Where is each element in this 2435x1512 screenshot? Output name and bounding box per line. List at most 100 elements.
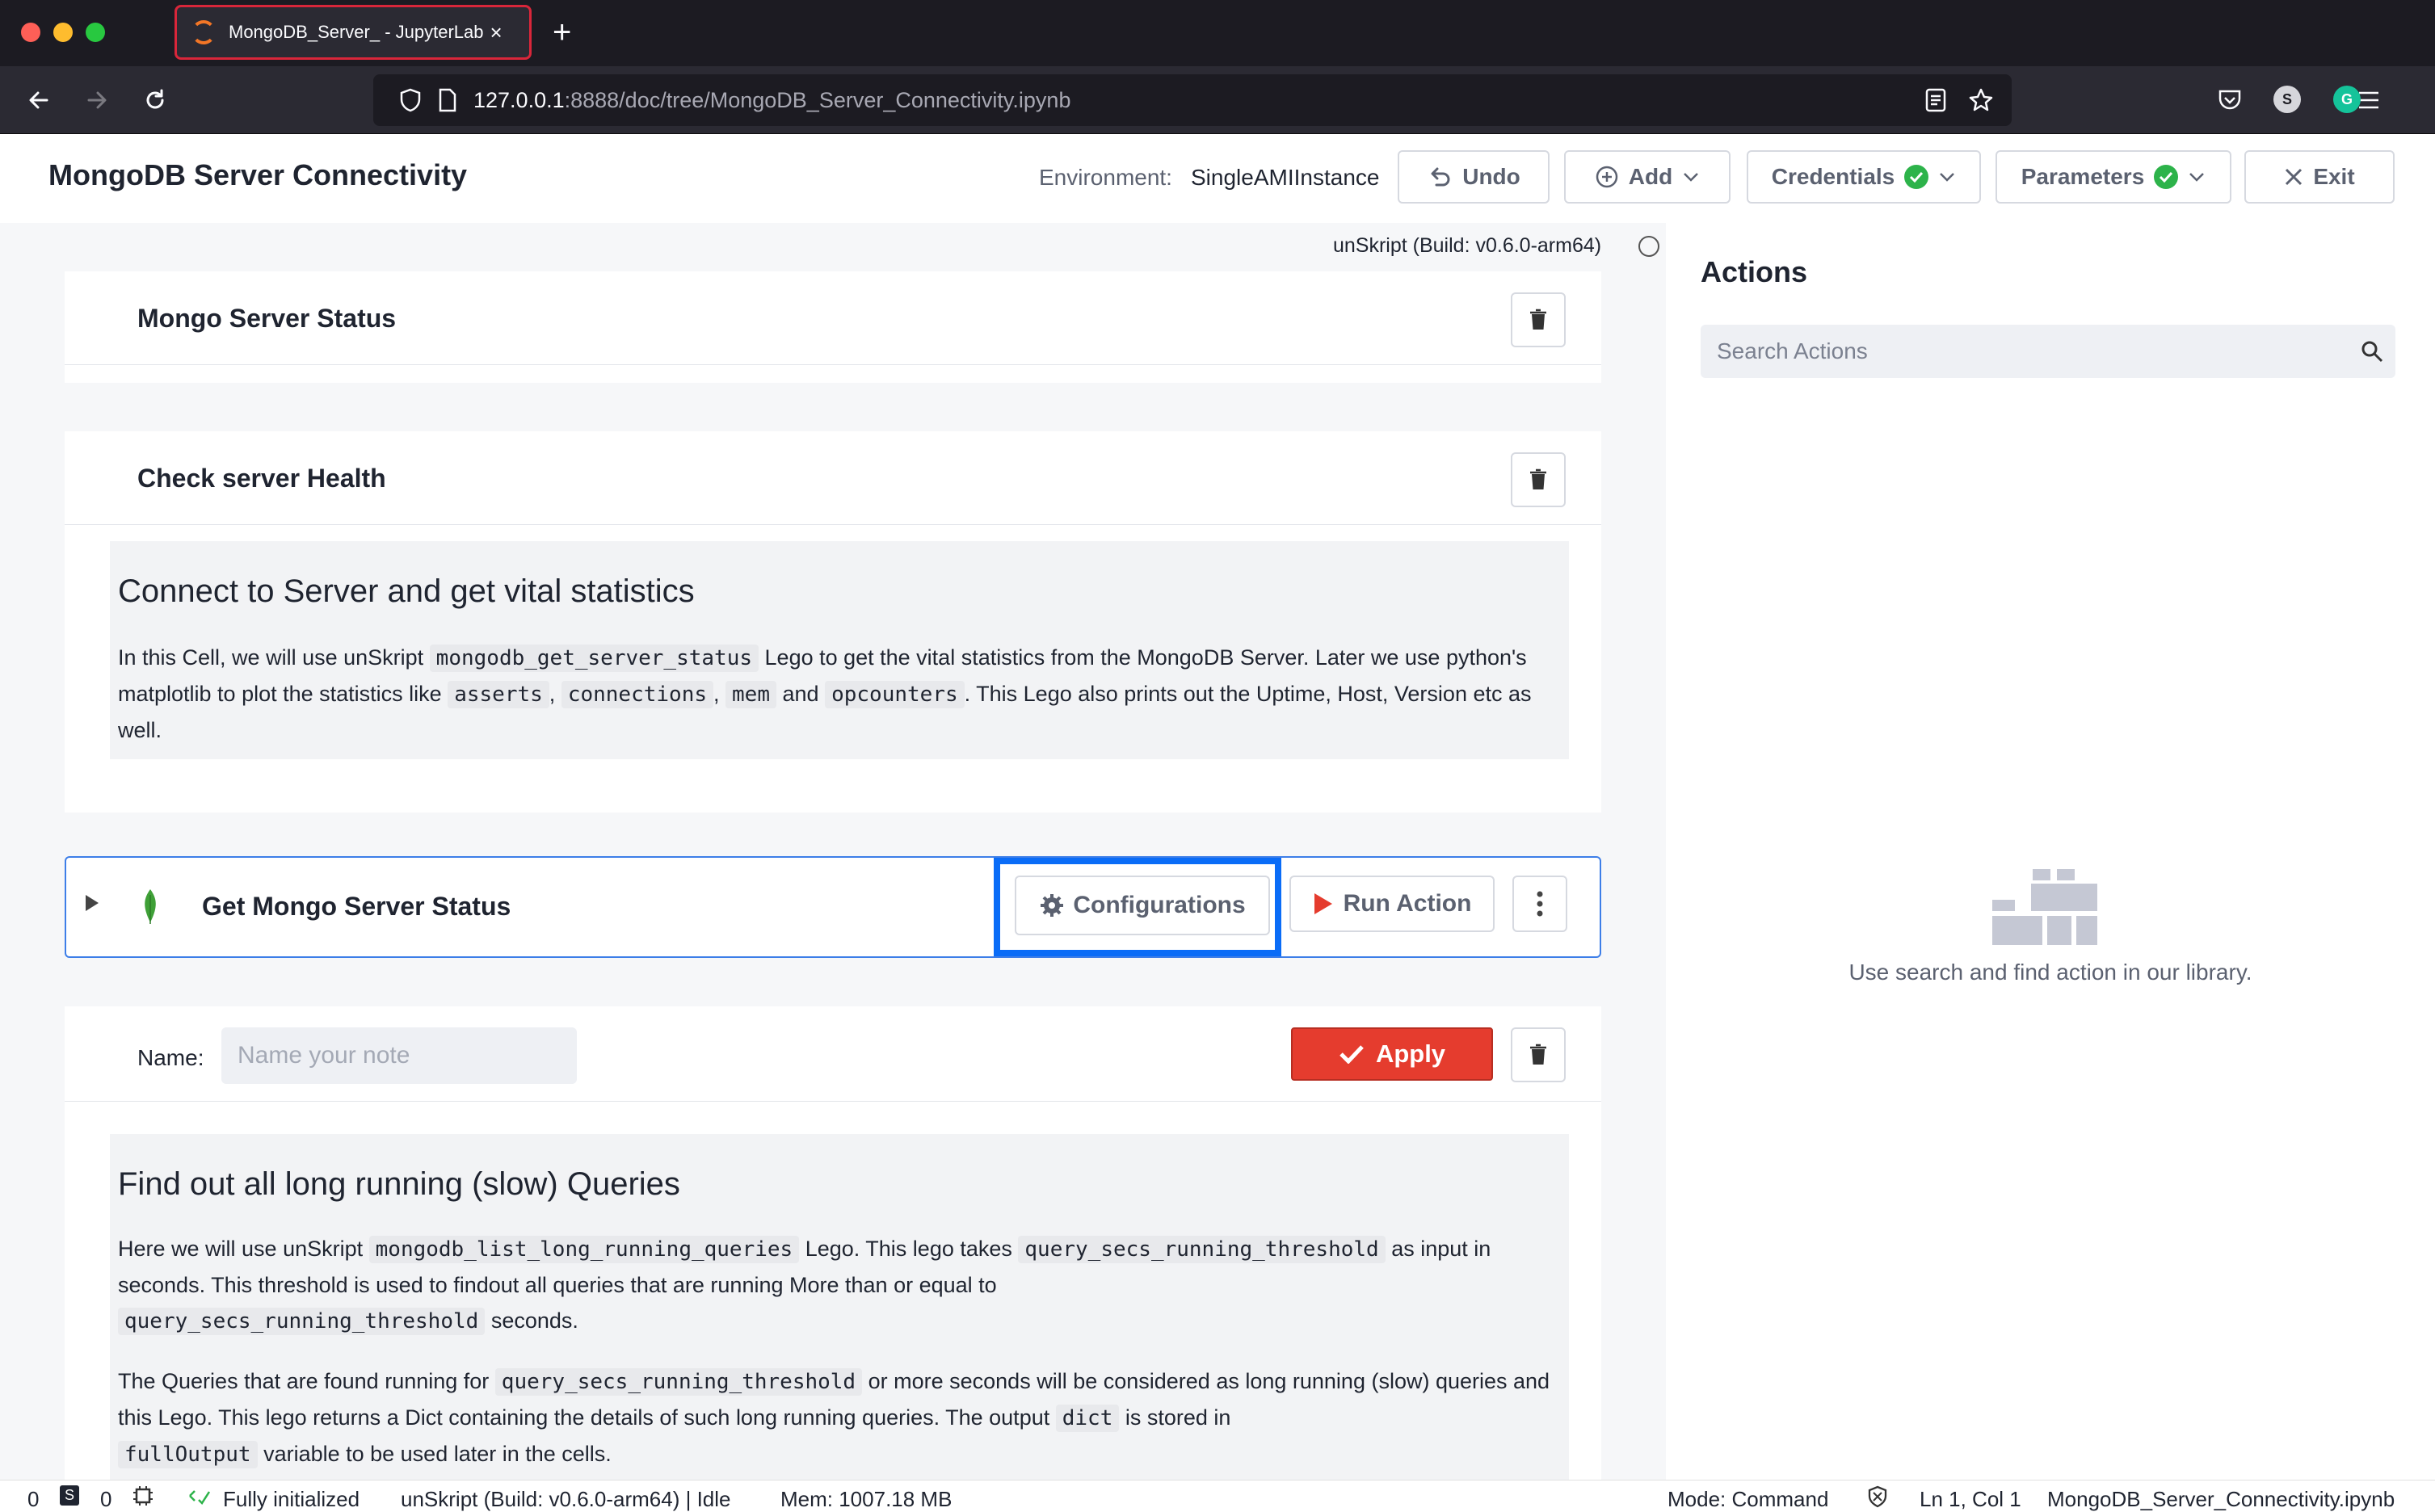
file-name: MongoDB_Server_Connectivity.ipynb <box>2047 1487 2395 1511</box>
cursor-position[interactable]: Ln 1, Col 1 <box>1920 1487 2021 1512</box>
page-title: MongoDB Server Connectivity <box>48 158 468 191</box>
run-action-label: Run Action <box>1343 890 1472 917</box>
inline-code: opcounters <box>825 681 965 708</box>
search-actions-field[interactable] <box>1701 325 2395 378</box>
jupyter-favicon-icon <box>191 20 216 44</box>
extension-s-icon[interactable]: S <box>2273 86 2301 113</box>
apply-label: Apply <box>1375 1040 1446 1068</box>
delete-button[interactable] <box>1511 452 1566 507</box>
url-text[interactable]: 127.0.0.1:8888/doc/tree/MongoDB_Server_C… <box>473 88 1070 113</box>
inline-code: query_secs_running_threshold <box>118 1308 486 1335</box>
mode-status[interactable]: Mode: Command <box>1667 1487 1828 1512</box>
back-arrow-icon[interactable] <box>18 79 60 121</box>
parameters-button[interactable]: Parameters <box>1996 150 2231 204</box>
bookmark-star-icon[interactable] <box>1968 87 1994 113</box>
grammarly-icon[interactable]: G <box>2333 86 2361 113</box>
kernel-initialized-icon <box>187 1485 212 1512</box>
undo-button[interactable]: Undo <box>1398 150 1550 204</box>
markdown-heading: Connect to Server and get vital statisti… <box>118 573 695 609</box>
text: seconds. <box>490 1308 578 1333</box>
expand-triangle-icon[interactable] <box>84 893 100 917</box>
text: is stored in <box>1125 1405 1231 1430</box>
inline-code: mongodb_list_long_running_queries <box>368 1236 800 1263</box>
browser-tab-title: MongoDB_Server_ - JupyterLab <box>229 22 484 42</box>
actions-panel-title: Actions <box>1701 255 1808 288</box>
note-name-input[interactable] <box>221 1027 577 1084</box>
text: , <box>713 682 720 706</box>
delete-button[interactable] <box>1511 1027 1566 1082</box>
credentials-button[interactable]: Credentials <box>1747 150 1981 204</box>
new-tab-icon[interactable]: + <box>553 13 571 52</box>
inline-code: mongodb_get_server_status <box>429 645 759 672</box>
text: and <box>782 682 819 706</box>
run-action-button[interactable]: Run Action <box>1289 876 1495 932</box>
kernel-status: unSkript (Build: v0.6.0-arm64) <box>1333 234 1602 257</box>
search-icon[interactable] <box>2360 339 2384 368</box>
markdown-cell[interactable]: Connect to Server and get vital statisti… <box>65 525 1601 813</box>
apply-button[interactable]: Apply <box>1291 1027 1493 1081</box>
cpu-chip-icon[interactable] <box>132 1485 154 1512</box>
app-header: MongoDB Server Connectivity Environment:… <box>0 134 2435 223</box>
kernel-idle-status[interactable]: unSkript (Build: v0.6.0-arm64) | Idle <box>401 1487 730 1512</box>
page-icon[interactable] <box>435 87 461 113</box>
credentials-label: Credentials <box>1771 164 1895 189</box>
trash-icon <box>1530 468 1546 489</box>
browser-tab[interactable]: MongoDB_Server_ - JupyterLab × <box>175 5 532 60</box>
trash-icon <box>1530 309 1546 330</box>
text: Here we will use unSkript <box>118 1237 364 1261</box>
inline-code: mem <box>725 681 776 708</box>
shield-icon[interactable] <box>397 87 423 113</box>
reload-icon[interactable] <box>134 79 176 121</box>
markdown-paragraph: Here we will use unSkript mongodb_list_l… <box>118 1231 1556 1339</box>
pocket-icon[interactable] <box>2217 87 2243 113</box>
configurations-label: Configurations <box>1073 892 1246 918</box>
status-bar: 0 S 0 Fully initialized unSkript (Build:… <box>0 1480 2435 1512</box>
section-cell[interactable]: Mongo Server Status <box>65 271 1601 365</box>
url-bar[interactable]: 127.0.0.1:8888/doc/tree/MongoDB_Server_C… <box>373 74 2012 126</box>
more-options-button[interactable] <box>1512 876 1567 932</box>
plus-circle-icon <box>1596 166 1618 188</box>
section-title: Mongo Server Status <box>137 304 397 333</box>
note-cell[interactable]: Name: Apply <box>65 1006 1601 1102</box>
memory-usage: Mem: 1007.18 MB <box>780 1487 953 1511</box>
forward-arrow-icon[interactable] <box>76 79 118 121</box>
check-icon <box>1339 1045 1364 1064</box>
inline-code: query_secs_running_threshold <box>494 1368 863 1396</box>
check-circle-icon <box>1904 165 1929 189</box>
status-count[interactable]: 0 <box>100 1487 111 1512</box>
browser-titlebar: MongoDB_Server_ - JupyterLab × + <box>0 0 2435 66</box>
exit-button[interactable]: Exit <box>2244 150 2395 204</box>
exit-label: Exit <box>2313 164 2355 189</box>
configurations-button[interactable]: Configurations <box>1015 876 1270 935</box>
window-minimize-button[interactable] <box>53 23 73 42</box>
text: variable to be used later in the cells. <box>263 1442 612 1466</box>
parameters-label: Parameters <box>2021 164 2145 189</box>
section-title: Check server Health <box>137 464 386 493</box>
reader-view-icon[interactable] <box>1923 87 1949 113</box>
play-icon <box>1314 893 1332 914</box>
search-actions-input[interactable] <box>1701 325 2395 378</box>
section-cell[interactable]: Check server Health <box>65 431 1601 525</box>
markdown-content: Connect to Server and get vital statisti… <box>110 541 1569 759</box>
inline-code: asserts <box>448 681 549 708</box>
markdown-paragraph: In this Cell, we will use unSkript mongo… <box>118 640 1556 748</box>
empty-library-text: Use search and find action in our librar… <box>1848 960 2252 985</box>
window-close-button[interactable] <box>21 23 40 42</box>
delete-button[interactable] <box>1511 292 1566 347</box>
kernel-s-badge-icon[interactable]: S <box>60 1485 80 1506</box>
add-button[interactable]: Add <box>1564 150 1731 204</box>
add-label: Add <box>1628 164 1673 189</box>
action-title: Get Mongo Server Status <box>202 892 511 921</box>
notebook-area[interactable]: unSkript (Build: v0.6.0-arm64) Mongo Ser… <box>0 223 1666 1480</box>
inline-code: dict <box>1055 1405 1120 1432</box>
gear-icon <box>1041 894 1064 917</box>
status-count[interactable]: 0 <box>27 1487 39 1512</box>
shield-check-icon[interactable] <box>1866 1485 1889 1512</box>
tab-close-icon[interactable]: × <box>490 20 503 45</box>
url-path: :8888/doc/tree/MongoDB_Server_Connectivi… <box>564 87 1071 112</box>
environment-value[interactable]: SingleAMIInstance <box>1191 165 1379 191</box>
window-zoom-button[interactable] <box>86 23 105 42</box>
init-status: Fully initialized <box>223 1487 360 1511</box>
action-cell[interactable]: Get Mongo Server Status Configurations R… <box>65 856 1601 958</box>
markdown-cell[interactable]: Find out all long running (slow) Queries… <box>65 1102 1601 1480</box>
